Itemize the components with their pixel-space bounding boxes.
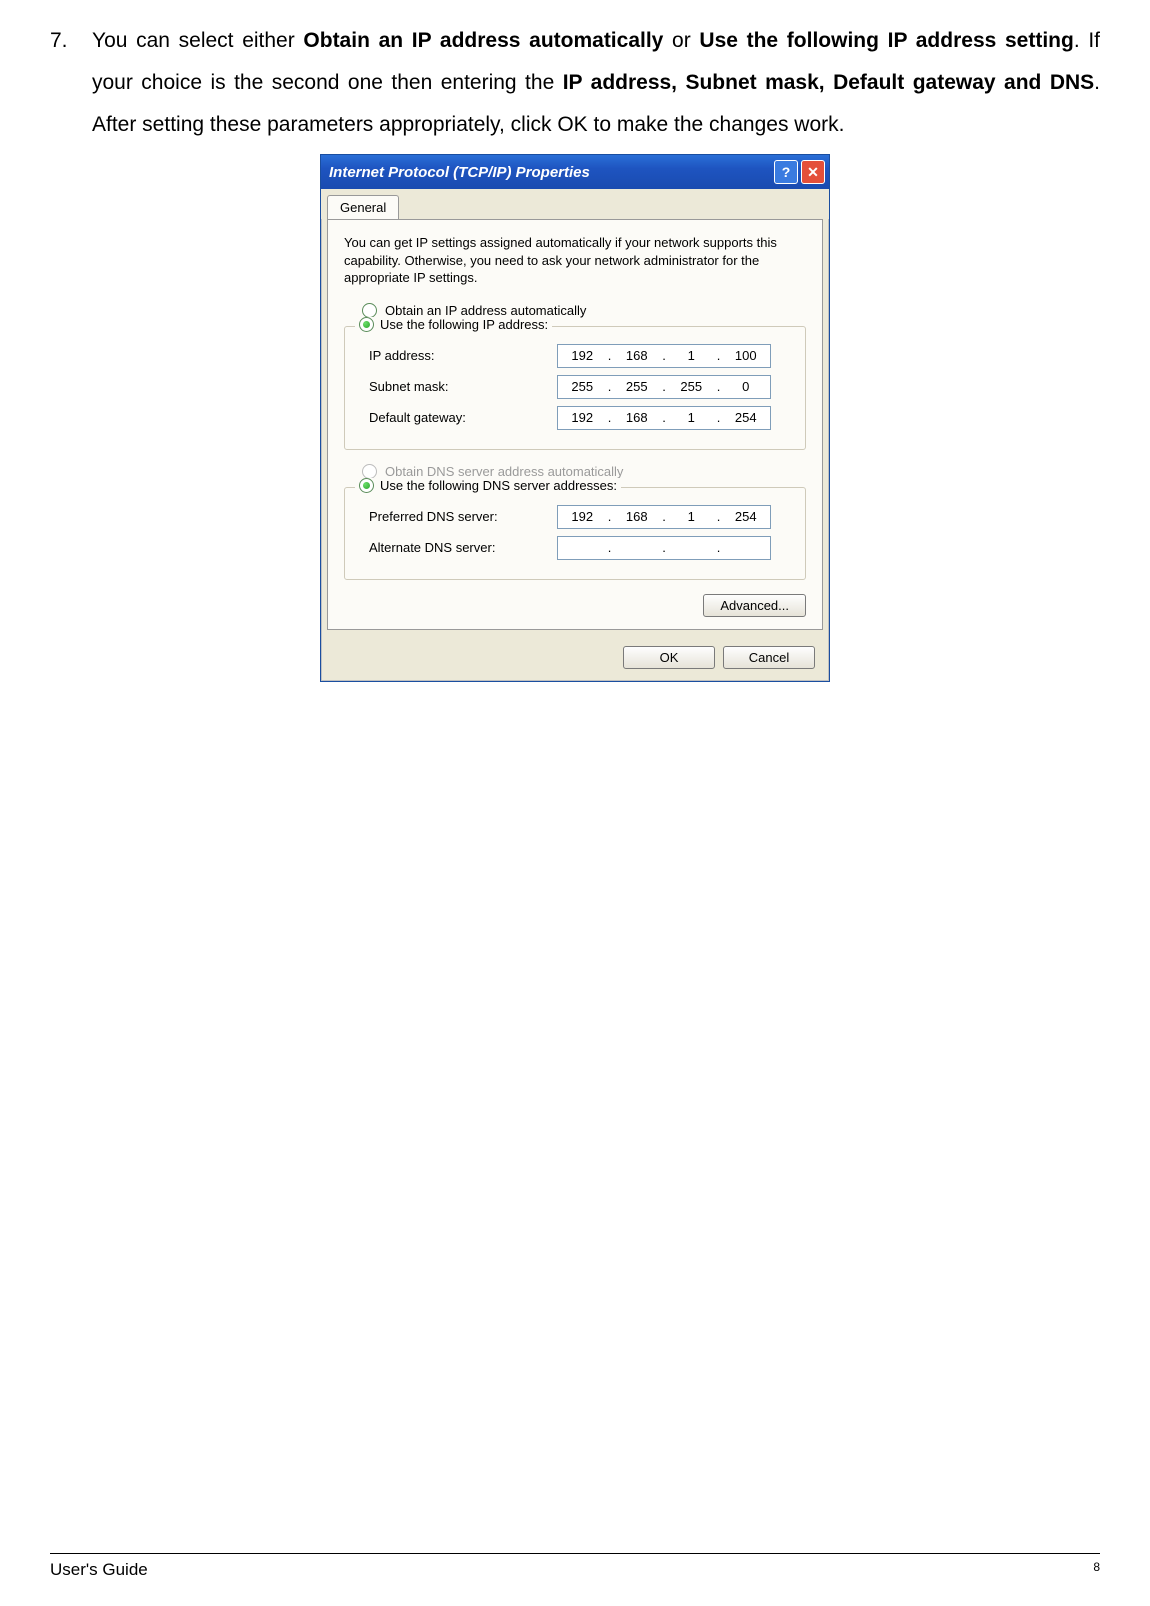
radio-manual-ip-label: Use the following IP address: <box>380 317 548 332</box>
subnet-row: Subnet mask: 255. 255. 255. 0 <box>357 375 793 399</box>
cancel-button-label: Cancel <box>749 650 789 665</box>
radio-auto-dns-row: Obtain DNS server address automatically <box>362 464 806 479</box>
help-button[interactable]: ? <box>774 160 798 184</box>
instruction-b2: Use the following IP address setting <box>699 29 1073 52</box>
close-icon: ✕ <box>807 164 819 181</box>
titlebar: Internet Protocol (TCP/IP) Properties ? … <box>321 155 829 189</box>
cancel-button[interactable]: Cancel <box>723 646 815 669</box>
dialog-button-bar: OK Cancel <box>321 636 829 681</box>
pref-dns-row: Preferred DNS server: 192. 168. 1. 254 <box>357 505 793 529</box>
subnet-oct-1: 255 <box>558 379 607 394</box>
gateway-row: Default gateway: 192. 168. 1. 254 <box>357 406 793 430</box>
instruction-b1: Obtain an IP address automatically <box>303 29 663 52</box>
ok-button[interactable]: OK <box>623 646 715 669</box>
ip-oct-3: 1 <box>667 348 716 363</box>
footer-left: User's Guide <box>50 1560 148 1580</box>
intro-text: You can get IP settings assigned automat… <box>344 234 806 287</box>
pd-oct-2: 168 <box>613 509 662 524</box>
radio-manual-dns-label: Use the following DNS server addresses: <box>380 478 617 493</box>
gateway-label: Default gateway: <box>357 410 557 425</box>
subnet-oct-4: 0 <box>722 379 771 394</box>
radio-manual-dns[interactable] <box>359 478 374 493</box>
advanced-button-label: Advanced... <box>720 598 789 613</box>
ip-oct-1: 192 <box>558 348 607 363</box>
dialog-title: Internet Protocol (TCP/IP) Properties <box>329 164 590 181</box>
instruction-t1: You can select either <box>92 29 303 52</box>
pd-oct-3: 1 <box>667 509 716 524</box>
close-button[interactable]: ✕ <box>801 160 825 184</box>
tab-strip: General <box>321 189 829 219</box>
ip-address-label: IP address: <box>357 348 557 363</box>
alt-dns-label: Alternate DNS server: <box>357 540 557 555</box>
pd-oct-4: 254 <box>722 509 771 524</box>
dns-group: Use the following DNS server addresses: … <box>344 487 806 580</box>
radio-auto-ip[interactable] <box>362 303 377 318</box>
instruction-paragraph: 7. You can select either Obtain an IP ad… <box>50 20 1100 146</box>
ip-group: Use the following IP address: IP address… <box>344 326 806 450</box>
gateway-input[interactable]: 192. 168. 1. 254 <box>557 406 771 430</box>
tab-general-label: General <box>340 200 386 215</box>
pref-dns-label: Preferred DNS server: <box>357 509 557 524</box>
gw-oct-1: 192 <box>558 410 607 425</box>
tab-general[interactable]: General <box>327 195 399 219</box>
radio-manual-ip[interactable] <box>359 317 374 332</box>
gw-oct-3: 1 <box>667 410 716 425</box>
gw-oct-4: 254 <box>722 410 771 425</box>
subnet-oct-3: 255 <box>667 379 716 394</box>
radio-auto-dns-label: Obtain DNS server address automatically <box>385 464 623 479</box>
subnet-label: Subnet mask: <box>357 379 557 394</box>
footer-rule <box>50 1553 1100 1554</box>
pref-dns-input[interactable]: 192. 168. 1. 254 <box>557 505 771 529</box>
instruction-number: 7. <box>50 20 68 62</box>
tcpip-properties-dialog: Internet Protocol (TCP/IP) Properties ? … <box>320 154 830 682</box>
help-icon: ? <box>782 164 791 180</box>
pd-oct-1: 192 <box>558 509 607 524</box>
ip-address-row: IP address: 192. 168. 1. 100 <box>357 344 793 368</box>
footer-page-number: 8 <box>1093 1560 1100 1580</box>
radio-auto-ip-label: Obtain an IP address automatically <box>385 303 586 318</box>
advanced-button[interactable]: Advanced... <box>703 594 806 617</box>
tab-body: You can get IP settings assigned automat… <box>327 219 823 630</box>
ip-oct-2: 168 <box>613 348 662 363</box>
alt-dns-input[interactable]: . . . <box>557 536 771 560</box>
ip-address-input[interactable]: 192. 168. 1. 100 <box>557 344 771 368</box>
gw-oct-2: 168 <box>613 410 662 425</box>
subnet-oct-2: 255 <box>613 379 662 394</box>
subnet-input[interactable]: 255. 255. 255. 0 <box>557 375 771 399</box>
instruction-b3: IP address, Subnet mask, Default gateway… <box>563 71 1094 94</box>
page-footer: User's Guide 8 <box>50 1553 1100 1580</box>
ip-oct-4: 100 <box>722 348 771 363</box>
ok-button-label: OK <box>660 650 679 665</box>
radio-auto-ip-row[interactable]: Obtain an IP address automatically <box>362 303 806 318</box>
alt-dns-row: Alternate DNS server: . . . <box>357 536 793 560</box>
radio-auto-dns <box>362 464 377 479</box>
instruction-t2: or <box>663 29 699 52</box>
